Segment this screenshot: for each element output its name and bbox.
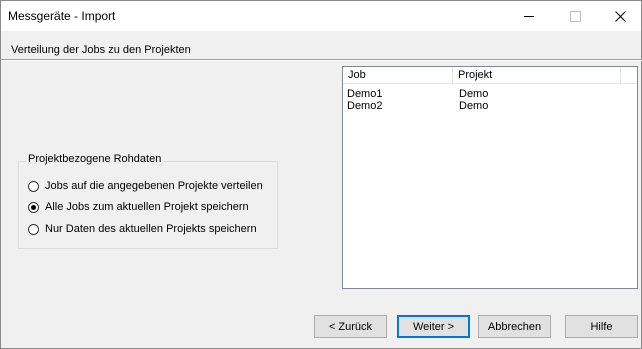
radio-label: Nur Daten des aktuellen Projekts speiche…: [45, 223, 257, 235]
next-button[interactable]: Weiter >: [397, 315, 470, 338]
minimize-icon: [524, 15, 534, 17]
cancel-button[interactable]: Abbrechen: [478, 315, 551, 338]
title-bar[interactable]: Messgeräte - Import: [1, 1, 641, 31]
job-cell: Demo1: [347, 88, 383, 100]
import-dialog: Messgeräte - Import Verteilung der Jobs …: [0, 0, 642, 349]
window-title: Messgeräte - Import: [8, 9, 116, 23]
header-divider: [1, 59, 642, 61]
radio-option-verteilen[interactable]: Jobs auf die angegebenen Projekte vertei…: [28, 178, 263, 194]
close-button[interactable]: [597, 1, 642, 31]
help-button[interactable]: Hilfe: [565, 315, 638, 338]
radio-button[interactable]: [28, 223, 39, 235]
minimize-button[interactable]: [506, 1, 552, 31]
page-subtitle: Verteilung der Jobs zu den Projekten: [11, 44, 191, 56]
radio-option-nur-daten[interactable]: Nur Daten des aktuellen Projekts speiche…: [28, 221, 257, 237]
maximize-button: [552, 1, 598, 31]
project-cell: Demo: [459, 100, 489, 112]
radio-button[interactable]: [28, 180, 39, 192]
close-icon: [614, 10, 626, 22]
project-cell: Demo: [459, 88, 489, 100]
groupbox-legend: Projektbezogene Rohdaten: [26, 153, 164, 165]
column-header-job[interactable]: Job: [343, 67, 453, 83]
job-project-list[interactable]: Job Projekt Demo1 Demo Demo2 Demo: [342, 66, 638, 289]
list-header: Job Projekt: [343, 67, 637, 84]
radio-label: Alle Jobs zum aktuellen Projekt speicher…: [45, 201, 249, 213]
back-button[interactable]: < Zurück: [314, 315, 387, 338]
job-cell: Demo2: [347, 100, 383, 112]
radio-label: Jobs auf die angegebenen Projekte vertei…: [45, 180, 263, 192]
radio-button-checked[interactable]: [28, 201, 39, 213]
column-header-projekt[interactable]: Projekt: [453, 67, 621, 83]
maximize-icon: [569, 10, 581, 22]
radio-option-aktuelles-projekt[interactable]: Alle Jobs zum aktuellen Projekt speicher…: [28, 199, 249, 215]
page-header: Verteilung der Jobs zu den Projekten: [1, 31, 641, 59]
